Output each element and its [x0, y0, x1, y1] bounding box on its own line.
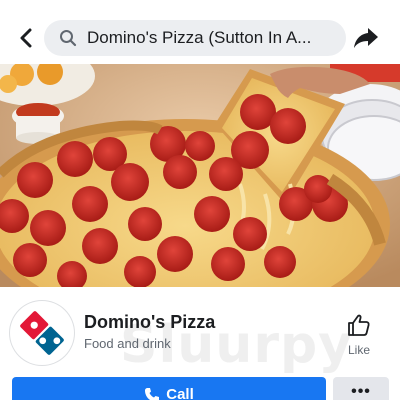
more-icon: ••• [351, 383, 371, 400]
call-label: Call [166, 386, 194, 400]
back-arrow-icon [20, 28, 32, 48]
share-icon [354, 28, 378, 48]
share-button[interactable] [352, 24, 380, 52]
like-button[interactable]: Like [336, 313, 382, 359]
search-query-text: Domino's Pizza (Sutton In A... [87, 28, 312, 47]
top-bar: Domino's Pizza (Sutton In A... [0, 0, 400, 64]
page-name[interactable]: Domino's Pizza [84, 311, 215, 333]
search-bar[interactable]: Domino's Pizza (Sutton In A... [44, 20, 346, 56]
page-avatar[interactable] [10, 301, 74, 365]
page-profile-section: Sluurpy Domino's Pizza Food and drink Li… [0, 287, 400, 400]
call-button-content: Call [144, 386, 194, 400]
pizza-photo [0, 64, 400, 287]
facebook-page-screen: Domino's Pizza (Sutton In A... Sluurpy D… [0, 0, 400, 400]
search-icon [60, 30, 77, 47]
more-options-button[interactable]: ••• [333, 377, 389, 400]
phone-icon [145, 387, 160, 400]
call-button[interactable]: Call [12, 377, 326, 400]
thumbs-up-icon [348, 314, 370, 336]
like-label: Like [347, 343, 370, 357]
back-button[interactable] [14, 22, 38, 54]
dominos-logo-icon [18, 309, 66, 357]
cover-photo[interactable] [0, 64, 400, 287]
page-category: Food and drink [84, 336, 171, 351]
